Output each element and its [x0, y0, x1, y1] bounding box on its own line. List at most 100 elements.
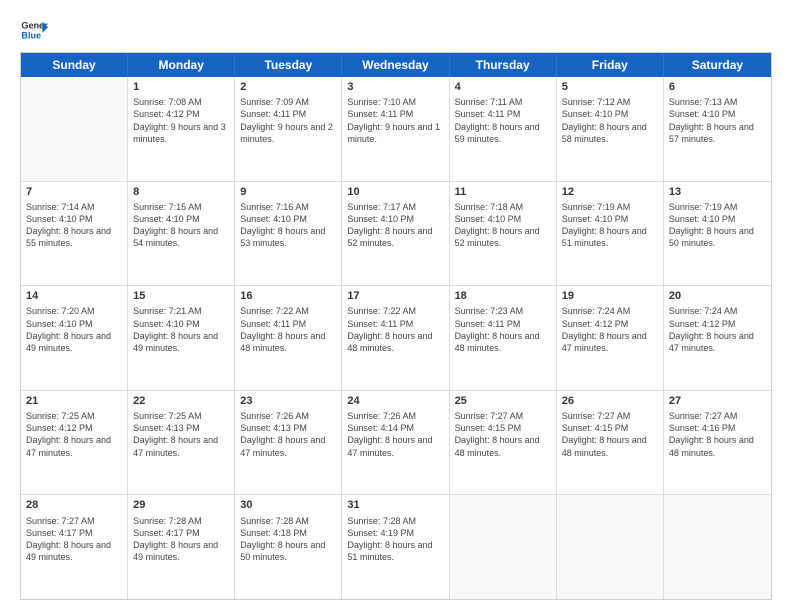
cell-info: Sunrise: 7:26 AMSunset: 4:14 PMDaylight:…: [347, 410, 443, 459]
day-number: 18: [455, 289, 551, 303]
calendar-cell: 16 Sunrise: 7:22 AMSunset: 4:11 PMDayligh…: [235, 286, 342, 390]
cell-info: Sunrise: 7:19 AMSunset: 4:10 PMDaylight:…: [669, 201, 766, 250]
cell-info: Sunrise: 7:27 AMSunset: 4:16 PMDaylight:…: [669, 410, 766, 459]
day-number: 1: [133, 80, 229, 94]
header-day-thursday: Thursday: [450, 53, 557, 77]
cell-info: Sunrise: 7:10 AMSunset: 4:11 PMDaylight:…: [347, 96, 443, 145]
day-number: 14: [26, 289, 122, 303]
calendar-week-3: 14 Sunrise: 7:20 AMSunset: 4:10 PMDayligh…: [21, 286, 771, 391]
day-number: 2: [240, 80, 336, 94]
cell-info: Sunrise: 7:14 AMSunset: 4:10 PMDaylight:…: [26, 201, 122, 250]
day-number: 17: [347, 289, 443, 303]
cell-info: Sunrise: 7:28 AMSunset: 4:18 PMDaylight:…: [240, 515, 336, 564]
day-number: 22: [133, 394, 229, 408]
day-number: 13: [669, 185, 766, 199]
day-number: 21: [26, 394, 122, 408]
day-number: 25: [455, 394, 551, 408]
calendar-week-5: 28 Sunrise: 7:27 AMSunset: 4:17 PMDayligh…: [21, 495, 771, 599]
logo-icon: General Blue: [20, 16, 48, 44]
cell-info: Sunrise: 7:26 AMSunset: 4:13 PMDaylight:…: [240, 410, 336, 459]
day-number: 23: [240, 394, 336, 408]
header-day-tuesday: Tuesday: [235, 53, 342, 77]
calendar-cell: 17 Sunrise: 7:22 AMSunset: 4:11 PMDayligh…: [342, 286, 449, 390]
cell-info: Sunrise: 7:22 AMSunset: 4:11 PMDaylight:…: [347, 305, 443, 354]
cell-info: Sunrise: 7:09 AMSunset: 4:11 PMDaylight:…: [240, 96, 336, 145]
calendar-cell: 8 Sunrise: 7:15 AMSunset: 4:10 PMDaylight…: [128, 182, 235, 286]
header-day-saturday: Saturday: [664, 53, 771, 77]
calendar: SundayMondayTuesdayWednesdayThursdayFrid…: [20, 52, 772, 600]
day-number: 8: [133, 185, 229, 199]
calendar-cell: 19 Sunrise: 7:24 AMSunset: 4:12 PMDayligh…: [557, 286, 664, 390]
calendar-cell: 23 Sunrise: 7:26 AMSunset: 4:13 PMDayligh…: [235, 391, 342, 495]
calendar-cell: 21 Sunrise: 7:25 AMSunset: 4:12 PMDayligh…: [21, 391, 128, 495]
day-number: 12: [562, 185, 658, 199]
calendar-body: 1 Sunrise: 7:08 AMSunset: 4:12 PMDaylight…: [21, 77, 771, 599]
cell-info: Sunrise: 7:25 AMSunset: 4:13 PMDaylight:…: [133, 410, 229, 459]
cell-info: Sunrise: 7:23 AMSunset: 4:11 PMDaylight:…: [455, 305, 551, 354]
calendar-cell: [664, 495, 771, 599]
page-header: General Blue: [20, 16, 772, 44]
calendar-cell: 22 Sunrise: 7:25 AMSunset: 4:13 PMDayligh…: [128, 391, 235, 495]
cell-info: Sunrise: 7:20 AMSunset: 4:10 PMDaylight:…: [26, 305, 122, 354]
cell-info: Sunrise: 7:11 AMSunset: 4:11 PMDaylight:…: [455, 96, 551, 145]
cell-info: Sunrise: 7:24 AMSunset: 4:12 PMDaylight:…: [669, 305, 766, 354]
day-number: 19: [562, 289, 658, 303]
calendar-cell: 3 Sunrise: 7:10 AMSunset: 4:11 PMDaylight…: [342, 77, 449, 181]
calendar-cell: 27 Sunrise: 7:27 AMSunset: 4:16 PMDayligh…: [664, 391, 771, 495]
svg-text:Blue: Blue: [21, 30, 41, 40]
day-number: 5: [562, 80, 658, 94]
calendar-cell: 13 Sunrise: 7:19 AMSunset: 4:10 PMDayligh…: [664, 182, 771, 286]
day-number: 31: [347, 498, 443, 512]
day-number: 11: [455, 185, 551, 199]
calendar-cell: 1 Sunrise: 7:08 AMSunset: 4:12 PMDaylight…: [128, 77, 235, 181]
header-day-wednesday: Wednesday: [342, 53, 449, 77]
calendar-cell: 12 Sunrise: 7:19 AMSunset: 4:10 PMDayligh…: [557, 182, 664, 286]
day-number: 3: [347, 80, 443, 94]
calendar-week-4: 21 Sunrise: 7:25 AMSunset: 4:12 PMDayligh…: [21, 391, 771, 496]
day-number: 24: [347, 394, 443, 408]
cell-info: Sunrise: 7:27 AMSunset: 4:15 PMDaylight:…: [562, 410, 658, 459]
cell-info: Sunrise: 7:12 AMSunset: 4:10 PMDaylight:…: [562, 96, 658, 145]
calendar-cell: 15Sunrise: 7:21 AMSunset: 4:10 PMDayligh…: [128, 286, 235, 390]
cell-info: Sunrise: 7:25 AMSunset: 4:12 PMDaylight:…: [26, 410, 122, 459]
day-number: 28: [26, 498, 122, 512]
day-number: 30: [240, 498, 336, 512]
calendar-cell: 6Sunrise: 7:13 AMSunset: 4:10 PMDaylight…: [664, 77, 771, 181]
calendar-cell: 31Sunrise: 7:28 AMSunset: 4:19 PMDayligh…: [342, 495, 449, 599]
cell-info: Sunrise: 7:18 AMSunset: 4:10 PMDaylight:…: [455, 201, 551, 250]
calendar-cell: 29Sunrise: 7:28 AMSunset: 4:17 PMDayligh…: [128, 495, 235, 599]
day-number: 16: [240, 289, 336, 303]
calendar-cell: 30 Sunrise: 7:28 AMSunset: 4:18 PMDayligh…: [235, 495, 342, 599]
calendar-header: SundayMondayTuesdayWednesdayThursdayFrid…: [21, 53, 771, 77]
day-number: 27: [669, 394, 766, 408]
calendar-cell: [557, 495, 664, 599]
logo: General Blue: [20, 16, 48, 44]
cell-info: Sunrise: 7:19 AMSunset: 4:10 PMDaylight:…: [562, 201, 658, 250]
calendar-cell: 18 Sunrise: 7:23 AMSunset: 4:11 PMDayligh…: [450, 286, 557, 390]
cell-info: Sunrise: 7:15 AMSunset: 4:10 PMDaylight:…: [133, 201, 229, 250]
calendar-cell: 26Sunrise: 7:27 AMSunset: 4:15 PMDayligh…: [557, 391, 664, 495]
day-number: 4: [455, 80, 551, 94]
calendar-cell: 2 Sunrise: 7:09 AMSunset: 4:11 PMDaylight…: [235, 77, 342, 181]
header-day-friday: Friday: [557, 53, 664, 77]
calendar-cell: 7Sunrise: 7:14 AMSunset: 4:10 PMDaylight…: [21, 182, 128, 286]
calendar-week-2: 7Sunrise: 7:14 AMSunset: 4:10 PMDaylight…: [21, 182, 771, 287]
calendar-cell: 28 Sunrise: 7:27 AMSunset: 4:17 PMDayligh…: [21, 495, 128, 599]
cell-info: Sunrise: 7:08 AMSunset: 4:12 PMDaylight:…: [133, 96, 229, 145]
cell-info: Sunrise: 7:27 AMSunset: 4:17 PMDaylight:…: [26, 515, 122, 564]
calendar-cell: 25 Sunrise: 7:27 AMSunset: 4:15 PMDayligh…: [450, 391, 557, 495]
calendar-page: General Blue SundayMondayTuesdayWednesda…: [0, 0, 792, 612]
header-day-monday: Monday: [128, 53, 235, 77]
calendar-cell: 14 Sunrise: 7:20 AMSunset: 4:10 PMDayligh…: [21, 286, 128, 390]
cell-info: Sunrise: 7:27 AMSunset: 4:15 PMDaylight:…: [455, 410, 551, 459]
calendar-cell: 5 Sunrise: 7:12 AMSunset: 4:10 PMDaylight…: [557, 77, 664, 181]
day-number: 6: [669, 80, 766, 94]
cell-info: Sunrise: 7:16 AMSunset: 4:10 PMDaylight:…: [240, 201, 336, 250]
day-number: 9: [240, 185, 336, 199]
cell-info: Sunrise: 7:22 AMSunset: 4:11 PMDaylight:…: [240, 305, 336, 354]
calendar-cell: [21, 77, 128, 181]
day-number: 20: [669, 289, 766, 303]
header-day-sunday: Sunday: [21, 53, 128, 77]
cell-info: Sunrise: 7:21 AMSunset: 4:10 PMDaylight:…: [133, 305, 229, 354]
cell-info: Sunrise: 7:24 AMSunset: 4:12 PMDaylight:…: [562, 305, 658, 354]
